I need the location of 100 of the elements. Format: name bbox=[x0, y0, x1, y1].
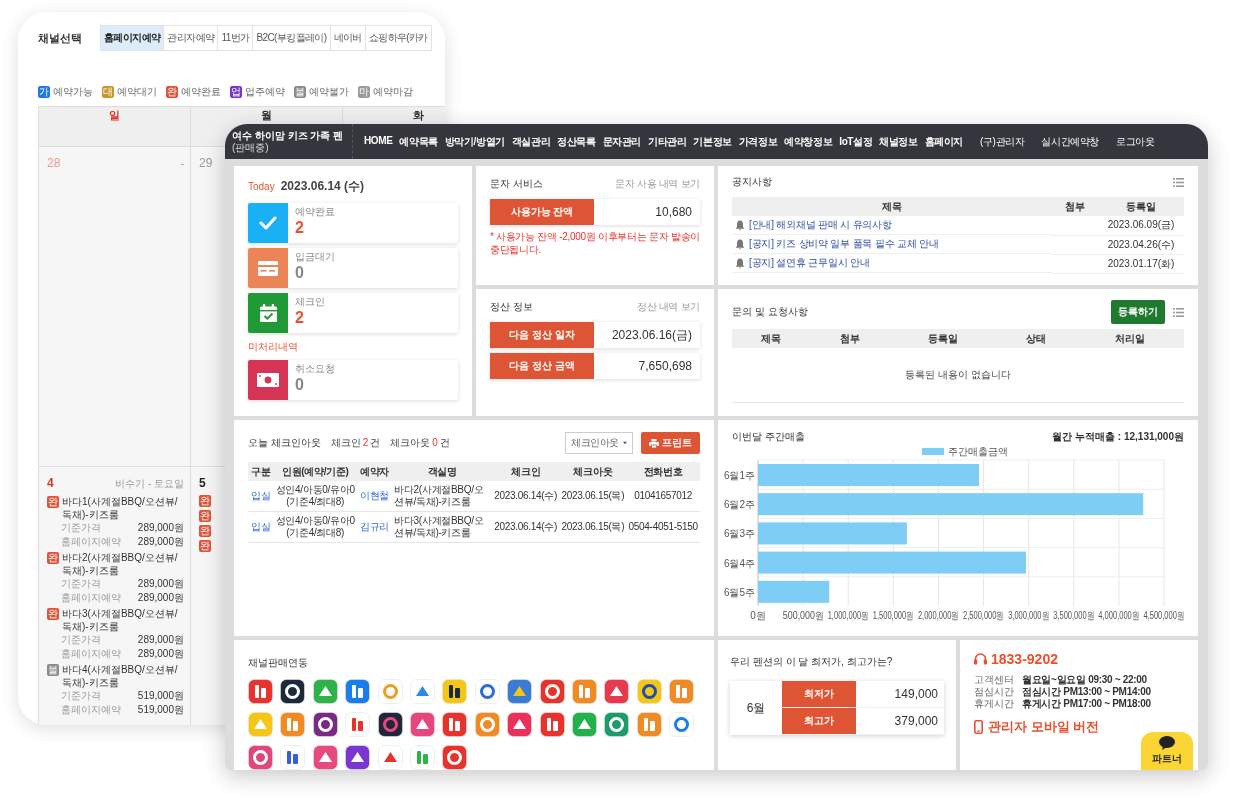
channel-tab[interactable]: 11번가 bbox=[218, 25, 254, 51]
price-value: 289,000원 bbox=[137, 577, 184, 591]
legend-label: 업주예약 bbox=[245, 85, 285, 99]
tick-label: 2,500,000원 bbox=[963, 609, 1005, 622]
type-link[interactable]: 입실 bbox=[251, 521, 271, 532]
price-label: 홈페이지예약 bbox=[61, 535, 121, 549]
column-header: 체크아웃 bbox=[559, 462, 627, 481]
status-badge: 완 bbox=[166, 86, 178, 98]
nav-link[interactable]: HOME bbox=[364, 134, 393, 149]
price-value: 519,000원 bbox=[137, 703, 184, 717]
column-header: 처리일 bbox=[1075, 329, 1184, 348]
status-badge: 대 bbox=[102, 86, 114, 98]
channel-tab[interactable]: B2C(부킹플레이) bbox=[253, 25, 331, 51]
room-cell: 바다2(사계절BBQ/오션뷰/독채)-키즈룸 bbox=[392, 481, 493, 512]
app-logo-icon[interactable] bbox=[345, 745, 371, 770]
channel-tab[interactable]: 네이버 bbox=[330, 25, 366, 51]
nav-link[interactable]: (구)관리자 bbox=[980, 134, 1025, 149]
caret-icon bbox=[623, 441, 627, 445]
people-cell: 성인4/아동0/유아0 bbox=[275, 484, 355, 496]
price-label: 기준가격 bbox=[61, 633, 101, 647]
stat-count: 2 bbox=[295, 308, 305, 328]
nav-link[interactable]: 실시간예약창 bbox=[1041, 134, 1099, 149]
hours-value: 월요일~일요일 09:30 ~ 22:00 bbox=[1022, 674, 1147, 686]
bell-icon bbox=[735, 238, 745, 250]
app-logo-icon[interactable] bbox=[442, 679, 468, 704]
check-icon bbox=[259, 216, 277, 230]
nav-link[interactable]: 정산목록 bbox=[557, 134, 596, 149]
sale-status: (판매중) bbox=[232, 142, 270, 154]
nav-link[interactable]: 문자관리 bbox=[602, 134, 641, 149]
app-logo-icon[interactable] bbox=[280, 679, 306, 704]
notice-link[interactable]: [공지] 설연휴 근무일시 안내 bbox=[749, 256, 870, 270]
stat-card[interactable]: 입금대기 0 bbox=[248, 248, 458, 288]
nav-link[interactable]: 홈페이지 bbox=[924, 134, 964, 149]
price-value: 289,000원 bbox=[137, 647, 184, 661]
nav-link[interactable]: 기본정보 bbox=[693, 134, 732, 149]
tick-label: 1,500,000원 bbox=[872, 609, 914, 622]
nav-link[interactable]: 기타관리 bbox=[648, 134, 687, 149]
column-header: 전화번호 bbox=[626, 462, 700, 481]
people-cell-text: (기준4/최대8) bbox=[285, 527, 346, 539]
panel-title: 오늘 체크인아웃 bbox=[248, 436, 321, 450]
nav-link[interactable]: 방막기/방열기 bbox=[444, 134, 505, 149]
type-link[interactable]: 입실 bbox=[251, 490, 271, 501]
print-button[interactable]: 프린트 bbox=[641, 432, 700, 454]
brand-name: 여수 하이맘 키즈 가족 펜 bbox=[232, 129, 345, 142]
column-header: 등록일 bbox=[888, 329, 998, 348]
room-name[interactable]: 바다4(사계절BBQ/오션뷰/독채)-키즈룸 bbox=[62, 663, 184, 689]
window-title: 채널선택 bbox=[38, 30, 83, 46]
chart-bar bbox=[758, 580, 830, 603]
app-logo-icon[interactable] bbox=[312, 712, 338, 737]
room-name[interactable]: 바다1(사계절BBQ/오션뷰/독채)-키즈룸 bbox=[62, 495, 184, 521]
notice-link[interactable]: [안내] 해외채널 판매 시 유의사항 bbox=[749, 218, 892, 232]
axis-label: 6월2주 bbox=[724, 499, 755, 511]
channel-tab[interactable]: 관리자예약 bbox=[164, 25, 219, 51]
price-label: 홈페이지예약 bbox=[61, 703, 121, 717]
app-logo-icon[interactable] bbox=[636, 679, 662, 704]
nav-link[interactable]: 로그아웃 bbox=[1115, 134, 1155, 149]
nav-link[interactable]: 채널정보 bbox=[879, 134, 918, 149]
date-cell: 2023.01.17(화) bbox=[1098, 254, 1184, 273]
legend-label: 예약대기 bbox=[117, 85, 157, 99]
room-name[interactable]: 바다2(사계절BBQ/오션뷰/독채)-키즈룸 bbox=[62, 551, 184, 577]
tick-label: 0원 bbox=[750, 610, 766, 621]
phone-cell: 0504-4051-5150 bbox=[626, 511, 700, 543]
mobile-version-link[interactable]: 관리자 모바일 버전 bbox=[974, 718, 1100, 736]
filter-dropdown[interactable]: 체크인아웃 bbox=[565, 432, 633, 454]
day-number: 4 bbox=[47, 476, 54, 490]
register-button[interactable]: 등록하기 bbox=[1111, 300, 1165, 324]
panel-title: 공지사항 bbox=[732, 175, 772, 189]
credit-card-icon bbox=[258, 260, 278, 276]
partner-chat-button[interactable]: 파트너 bbox=[1141, 732, 1193, 770]
list-icon[interactable] bbox=[1173, 307, 1184, 317]
stat-label: 취소요청 bbox=[295, 363, 335, 375]
list-icon[interactable] bbox=[1173, 177, 1184, 187]
people-cell: 성인4/아동0/유아0 bbox=[275, 515, 355, 527]
app-logo-icon[interactable] bbox=[377, 712, 403, 737]
stat-card[interactable]: 예약완료 2 bbox=[248, 203, 458, 243]
panel-title: 채널판매연동 bbox=[248, 657, 308, 668]
room-name[interactable]: 바다3(사계절BBQ/오션뷰/독채)-키즈룸 bbox=[62, 607, 184, 633]
nav-link[interactable]: IoT설정 bbox=[839, 134, 873, 149]
channel-tab[interactable]: 홈페이지예약 bbox=[100, 25, 165, 51]
notice-link[interactable]: [공지] 키즈 상비약 일부 품목 필수 교체 안내 bbox=[749, 237, 939, 251]
guest-link[interactable]: 이현철 bbox=[359, 490, 390, 501]
nav-link[interactable]: 가격정보 bbox=[738, 134, 778, 149]
nav-link[interactable]: 예약창정보 bbox=[784, 134, 833, 149]
phone-cell: 01041657012 bbox=[626, 481, 700, 512]
today-label: Today bbox=[248, 181, 275, 192]
legend-label: 예약완료 bbox=[181, 85, 221, 99]
nav-link[interactable]: 객실관리 bbox=[511, 134, 551, 149]
nav-link[interactable]: 예약목록 bbox=[399, 134, 438, 149]
price-value: 289,000원 bbox=[137, 591, 184, 605]
stat-count: 2 bbox=[295, 218, 305, 238]
people-cell-text: (기준4/최대8) bbox=[285, 496, 346, 508]
stat-card[interactable]: 체크인 2 bbox=[248, 293, 458, 333]
legend-label: 주간매출금액 bbox=[948, 446, 1008, 457]
date-cell: 2023.04.26(수) bbox=[1098, 235, 1184, 254]
channel-tab[interactable]: 쇼핑하우(카카 bbox=[365, 25, 432, 51]
column-header: 상태 bbox=[997, 329, 1076, 348]
guest-link[interactable]: 김규리 bbox=[359, 521, 390, 532]
column-header: 인원(예약/기준) bbox=[273, 462, 357, 481]
stat-card[interactable]: 취소요청 0 bbox=[248, 360, 458, 400]
hours-label: 고객센터 bbox=[974, 674, 1015, 686]
